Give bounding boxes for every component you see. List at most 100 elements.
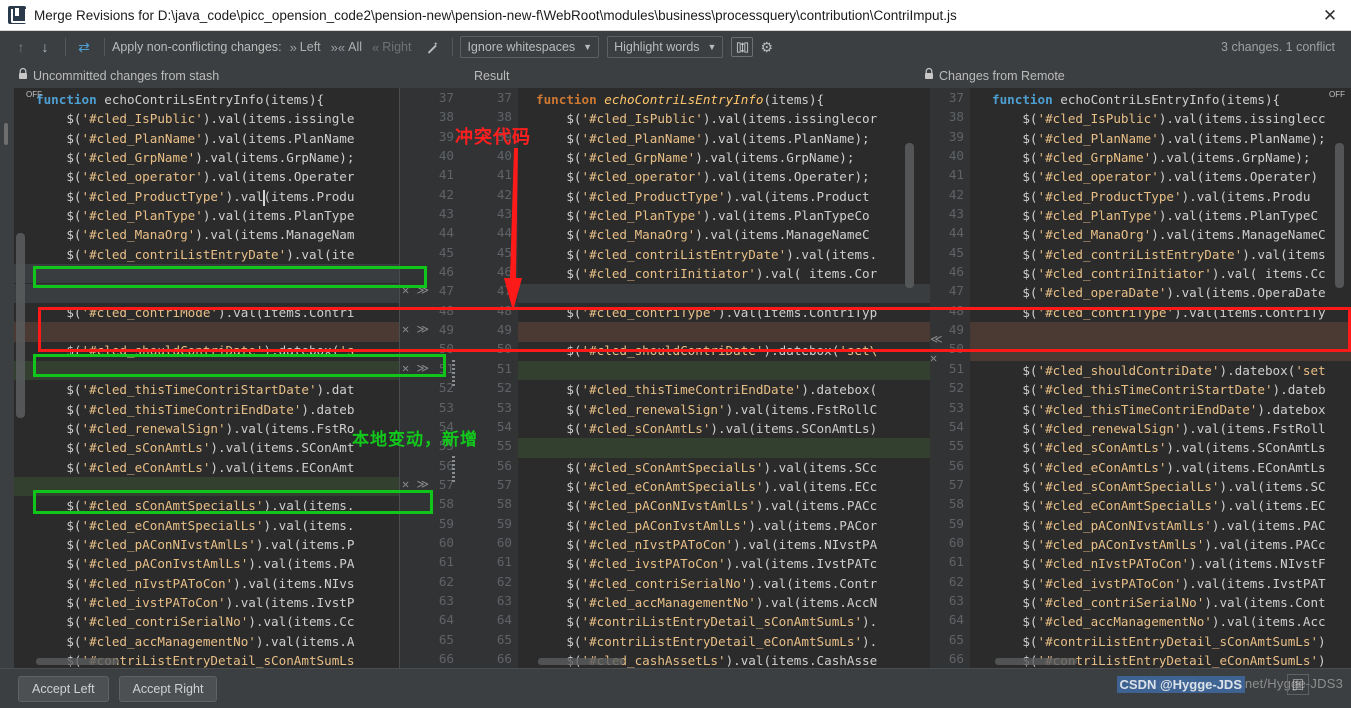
line-number-row[interactable]: 45 [460,243,518,262]
change-action-icons[interactable]: ✕ ≫ [402,475,429,494]
line-number-row[interactable]: 45 [930,243,970,262]
line-number-row[interactable]: 42 [460,185,518,204]
ignore-whitespace-dropdown[interactable]: Ignore whitespaces ▼ [460,36,599,58]
right-editor-pane[interactable]: function echoContriLsEntryInfo(items){ $… [970,88,1351,668]
line-number-row[interactable]: 37 [930,88,970,107]
line-number-row[interactable]: 60 [930,533,970,552]
apply-right-button[interactable]: « Right [372,40,411,55]
apply-all-non-conflicting-icon[interactable]: ⇄ [73,36,95,58]
line-number-row[interactable]: 55 [460,436,518,455]
line-number-row[interactable]: 66 [400,649,460,668]
line-number-row[interactable]: 65 [930,630,970,649]
left-vertical-scrollbar[interactable] [16,233,25,418]
line-number-row[interactable]: 60 [400,533,460,552]
left-gutter[interactable]: 37383940414243444546✕ ≫4748✕ ≫4950✕ ≫515… [400,88,460,668]
line-number-row[interactable]: 57 [930,475,970,494]
right-horizontal-scrollbar[interactable] [995,658,1077,665]
change-connector-handle-1[interactable] [452,360,455,388]
line-number-row[interactable]: 58 [460,494,518,513]
settings-gear-icon[interactable]: ⚙ [760,39,773,56]
line-number-row[interactable]: 61 [400,552,460,571]
next-difference-icon[interactable]: ↓ [34,36,56,58]
previous-difference-icon[interactable]: ↑ [10,36,32,58]
line-number-row[interactable]: 66 [930,649,970,668]
collapse-unchanged-icon[interactable] [731,37,753,57]
line-number-row[interactable]: 58 [400,494,460,513]
line-number-row[interactable]: ✕ ≫57 [400,475,460,494]
line-number-row[interactable]: 40 [460,146,518,165]
line-number-row[interactable]: 65 [460,630,518,649]
accept-left-button[interactable]: Accept Left [18,676,109,702]
left-overview-marker[interactable] [4,123,8,145]
line-number-row[interactable]: 41 [460,165,518,184]
line-number-row[interactable]: 63 [930,591,970,610]
apply-all-button[interactable]: »« All [331,40,362,55]
line-number-row[interactable]: 41 [400,165,460,184]
line-number-row[interactable]: 64 [930,610,970,629]
line-number-row[interactable]: 59 [460,514,518,533]
line-number-row[interactable]: 63 [460,591,518,610]
apply-left-button[interactable]: » Left [290,40,321,55]
line-number-row[interactable]: ✕ ≫51 [400,359,460,378]
line-number-row[interactable]: 66 [460,649,518,668]
line-number-row[interactable]: ≪ ✕50 [930,339,970,358]
line-number-row[interactable]: 59 [400,514,460,533]
line-number-row[interactable]: 65 [400,630,460,649]
line-number-row[interactable]: 44 [930,223,970,242]
accept-right-button[interactable]: Accept Right [119,676,218,702]
line-number-row[interactable]: 60 [460,533,518,552]
line-number-row[interactable]: 62 [460,572,518,591]
line-number-row[interactable]: 48 [930,301,970,320]
line-number-row[interactable]: ✕ ≫47 [400,281,460,300]
line-number-row[interactable]: 43 [460,204,518,223]
line-number-row[interactable]: 37 [460,88,518,107]
left-horizontal-scrollbar[interactable] [36,658,118,665]
line-number-row[interactable]: 39 [930,127,970,146]
line-number-row[interactable]: 37 [400,88,460,107]
line-number-row[interactable]: 62 [930,572,970,591]
line-number-row[interactable]: 46 [930,262,970,281]
line-number-row[interactable]: 52 [930,378,970,397]
line-number-row[interactable]: 46 [460,262,518,281]
change-action-icons[interactable]: ✕ ≫ [402,320,429,339]
line-number-row[interactable]: 49 [460,320,518,339]
line-number-row[interactable]: 53 [930,398,970,417]
line-number-row[interactable]: 44 [460,223,518,242]
line-number-row[interactable]: 56 [400,456,460,475]
line-number-row[interactable]: 54 [930,417,970,436]
line-number-row[interactable]: 56 [460,456,518,475]
line-number-row[interactable]: 47 [930,281,970,300]
line-number-row[interactable]: 64 [400,610,460,629]
line-number-row[interactable]: 57 [460,475,518,494]
line-number-row[interactable]: 59 [930,514,970,533]
line-number-row[interactable]: 39 [400,127,460,146]
line-number-row[interactable]: 51 [930,359,970,378]
line-number-row[interactable]: 47 [460,281,518,300]
line-number-row[interactable]: 55 [930,436,970,455]
line-number-row[interactable]: 38 [930,107,970,126]
line-number-row[interactable]: 56 [930,456,970,475]
line-number-row[interactable]: 50 [400,339,460,358]
line-number-row[interactable]: 52 [460,378,518,397]
magic-wand-icon[interactable] [421,36,443,58]
line-number-row[interactable]: 50 [460,339,518,358]
line-number-row[interactable]: 41 [930,165,970,184]
line-number-row[interactable]: 38 [460,107,518,126]
line-number-row[interactable]: 54 [400,417,460,436]
change-action-icons[interactable]: ≪ ✕ [930,339,944,358]
right-vertical-scrollbar[interactable] [1335,143,1344,288]
line-number-row[interactable]: 61 [460,552,518,571]
line-number-row[interactable]: 39 [460,127,518,146]
line-number-row[interactable]: 63 [400,591,460,610]
line-number-row[interactable]: 52 [400,378,460,397]
line-number-row[interactable]: ✕ ≫49 [400,320,460,339]
center-vertical-scrollbar[interactable] [905,143,914,288]
highlight-mode-dropdown[interactable]: Highlight words ▼ [607,36,723,58]
line-number-row[interactable]: 40 [400,146,460,165]
line-number-row[interactable]: 43 [400,204,460,223]
change-action-icons[interactable]: ✕ ≫ [402,359,429,378]
line-number-row[interactable]: 55 [400,436,460,455]
line-number-row[interactable]: 42 [930,185,970,204]
line-number-row[interactable]: 53 [460,398,518,417]
line-number-row[interactable]: 64 [460,610,518,629]
